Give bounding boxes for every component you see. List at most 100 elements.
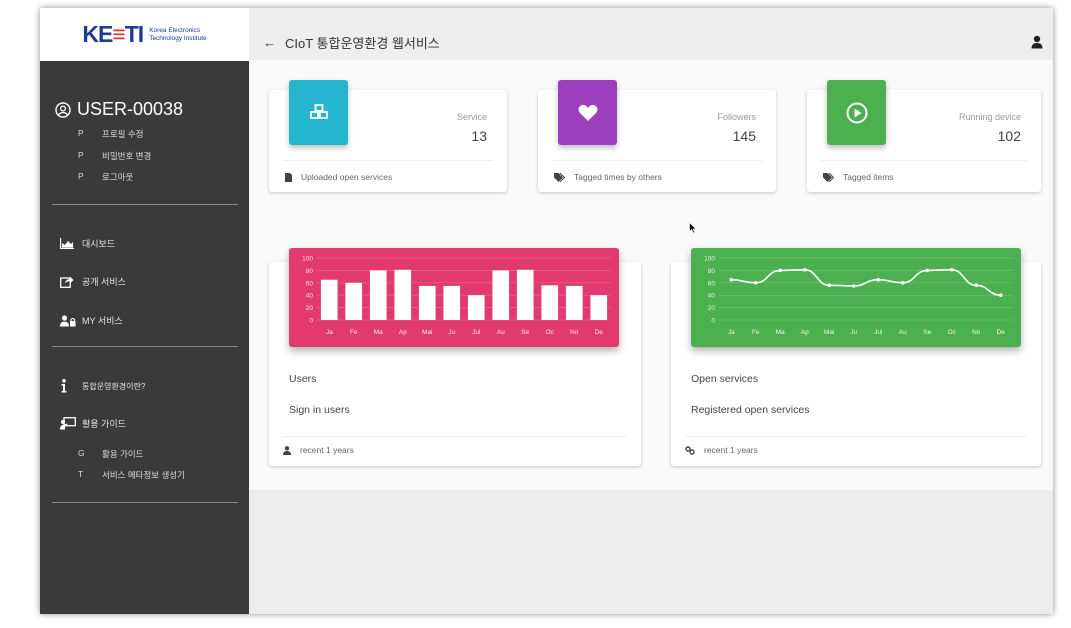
stat-value: 145 — [732, 128, 756, 144]
sidebar: USER-00038 P 프로필 수정 P 비밀번호 변경 P 로그아웃 대시보드 공… — [40, 61, 249, 614]
play-circle-icon — [846, 102, 867, 123]
presentation-icon — [60, 417, 82, 430]
nav-dashboard[interactable]: 대시보드 — [60, 237, 115, 250]
heart-icon — [578, 104, 597, 121]
chart-footer: recent 1 years — [283, 445, 354, 455]
chart-panel: 0 20 40 60 80 100 Ja Fe Ma Ap Mai Ju Jul Au Se Oc No De — [691, 248, 1021, 347]
x-tick-label: Ap — [399, 329, 407, 336]
page-title: CIoT 통합운영환경 웹서비스 — [285, 35, 440, 51]
back-arrow-icon[interactable]: ← — [263, 35, 277, 50]
empty-area — [249, 490, 1053, 614]
stat-icon-box — [827, 80, 886, 145]
menu-logout[interactable]: P 로그아웃 — [78, 171, 133, 183]
y-tick-label: 60 — [306, 280, 314, 287]
x-tick-label: De — [595, 329, 604, 336]
bar — [345, 282, 363, 320]
x-tick-label: Jul — [874, 329, 883, 336]
bar — [394, 269, 412, 320]
divider — [685, 436, 1027, 437]
y-tick-label: 0 — [711, 318, 715, 325]
x-tick-label: Se — [923, 329, 931, 336]
user-icon[interactable] — [1031, 35, 1043, 49]
bar — [590, 295, 608, 320]
data-point — [851, 284, 856, 288]
menu-profile-edit[interactable]: P 프로필 수정 — [78, 128, 143, 140]
x-tick-label: Au — [899, 329, 907, 336]
cubes-icon — [309, 103, 328, 119]
y-tick-label: 40 — [708, 293, 716, 300]
tags-icon — [554, 172, 565, 182]
stat-card-running-device: Running device 102 Tagged items — [807, 80, 1041, 192]
data-point — [753, 281, 758, 285]
x-tick-label: Ju — [448, 329, 455, 336]
y-tick-label: 0 — [309, 318, 313, 325]
dashboard-content: Service 13 Uploaded open services Follow… — [249, 60, 1053, 490]
menu-meta-generator[interactable]: T 서비스 메타정보 생성기 — [78, 469, 185, 481]
logo-mark: KE≡TI — [82, 21, 144, 47]
x-tick-label: Ma — [776, 329, 785, 336]
y-tick-label: 40 — [306, 293, 314, 300]
x-tick-label: Se — [521, 329, 529, 336]
chart-footer: recent 1 years — [685, 445, 758, 455]
info-icon — [60, 379, 82, 393]
stat-label: Followers — [717, 112, 756, 122]
stat-icon-box — [558, 80, 617, 145]
bar — [492, 270, 510, 320]
divider — [52, 346, 238, 347]
x-tick-label: Oc — [948, 329, 957, 336]
nav-public-service[interactable]: 공개 서비스 — [60, 275, 126, 288]
user-icon — [283, 445, 291, 455]
stat-card-service: Service 13 Uploaded open services — [269, 80, 507, 192]
bar — [516, 269, 534, 320]
nav-about[interactable]: 통합운영환경이란? — [60, 379, 145, 393]
divider — [52, 502, 238, 503]
bar — [369, 270, 387, 320]
area-chart-icon — [60, 238, 82, 249]
stat-footer: Tagged items — [823, 172, 894, 182]
chart-title: Open services — [691, 373, 759, 385]
divider — [283, 436, 627, 437]
menu-usage-guide[interactable]: G 활용 가이드 — [78, 448, 143, 460]
chart-card-users: 0 20 40 60 80 100 Ja Fe Ma Ap Mai Ju Jul Au Se Oc No De U… — [269, 248, 641, 466]
top-bar: ← CIoT 통합운영환경 웹서비스 — [249, 24, 1053, 60]
x-tick-label: Mai — [824, 329, 834, 336]
stat-icon-box — [289, 80, 348, 145]
x-tick-label: Ja — [326, 329, 333, 336]
x-tick-label: Ap — [801, 329, 809, 336]
stat-label: Running device — [958, 112, 1021, 122]
y-tick-label: 100 — [302, 256, 313, 263]
stat-footer: Tagged times by others — [554, 172, 662, 182]
data-point — [729, 277, 734, 282]
data-point — [802, 267, 807, 272]
x-tick-label: De — [997, 329, 1006, 336]
chart-subtitle: Registered open services — [691, 404, 810, 416]
users-bar-chart: 0 20 40 60 80 100 Ja Fe Ma Ap Mai Ju Jul Au Se Oc No De — [302, 256, 611, 336]
nav-my-service[interactable]: MY 서비스 — [60, 314, 123, 327]
logo[interactable]: KE≡TI Korea Electronics Technology Instit… — [40, 8, 249, 61]
share-icon — [60, 275, 82, 288]
link-icon — [685, 445, 695, 455]
x-tick-label: Ju — [850, 329, 857, 336]
data-point — [925, 268, 930, 273]
stat-footer: Uploaded open services — [285, 172, 392, 182]
tags-icon — [823, 172, 834, 182]
bar — [467, 295, 485, 320]
x-tick-label: Oc — [546, 329, 555, 336]
open-services-line-chart: 0 20 40 60 80 100 Ja Fe Ma Ap Mai Ju Jul Au Se Oc No De — [704, 256, 1013, 336]
data-point — [974, 283, 979, 288]
nav-guide[interactable]: 활용 가이드 — [60, 417, 126, 430]
bar — [418, 285, 436, 320]
y-tick-label: 100 — [704, 256, 715, 263]
data-point — [998, 293, 1003, 297]
stat-value: 102 — [997, 128, 1021, 144]
username: USER-00038 — [55, 99, 183, 120]
x-tick-label: Fe — [350, 329, 358, 336]
data-point — [876, 277, 881, 282]
y-tick-label: 20 — [708, 305, 716, 312]
menu-password-change[interactable]: P 비밀번호 변경 — [78, 150, 151, 162]
user-circle-icon — [55, 101, 71, 118]
file-icon — [285, 172, 292, 182]
x-tick-label: No — [570, 329, 579, 336]
divider — [52, 204, 238, 205]
bar — [443, 285, 461, 320]
